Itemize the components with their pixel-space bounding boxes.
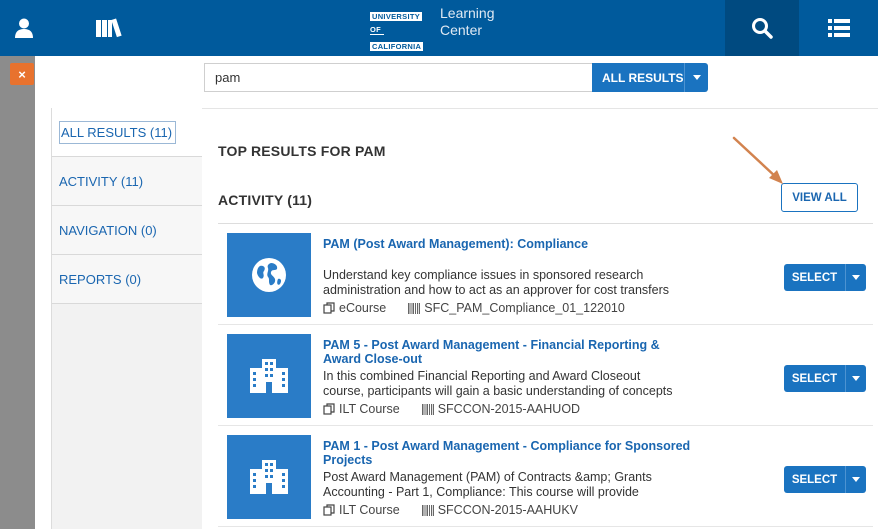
uc-wordmark: UNIVERSITY OF CALIFORNIA (370, 6, 432, 54)
globe-icon (252, 258, 286, 292)
caret-down-icon (685, 75, 708, 80)
copy-icon (323, 504, 335, 516)
user-icon (15, 18, 33, 38)
result-item: PAM 1 - Post Award Management - Complian… (218, 426, 873, 527)
result-meta: eCourse SFC_PAM_Compliance_01_122010 (323, 301, 625, 315)
result-type: ILT Course (339, 503, 400, 517)
uc-learning-center-logo[interactable]: UNIVERSITY OF CALIFORNIA Learning Center (370, 5, 495, 51)
result-type: ILT Course (339, 402, 400, 416)
result-title[interactable]: PAM 1 - Post Award Management - Complian… (323, 439, 693, 467)
result-item: PAM (Post Award Management): Compliance … (218, 224, 873, 325)
menu-button[interactable] (799, 0, 878, 56)
search-scope-dropdown[interactable]: ALL RESULTS (592, 63, 708, 92)
library-button[interactable] (84, 0, 134, 56)
caret-down-icon[interactable] (846, 275, 866, 280)
search-input[interactable]: pam (204, 63, 592, 92)
barcode-icon (421, 403, 434, 415)
barcode-icon (408, 302, 421, 314)
close-button[interactable]: × (10, 63, 34, 85)
annotation-arrow-icon (732, 136, 783, 184)
barcode-icon (421, 504, 434, 516)
user-button[interactable] (0, 0, 48, 56)
filter-label: ACTIVITY (11) (59, 173, 144, 189)
divider (202, 108, 878, 109)
select-button[interactable]: SELECT (784, 365, 866, 392)
learning-center-text: Learning Center (440, 5, 495, 39)
result-item: PAM 5 - Post Award Management - Financia… (218, 325, 873, 426)
select-button[interactable]: SELECT (784, 264, 866, 291)
result-title[interactable]: PAM 5 - Post Award Management - Financia… (323, 338, 693, 366)
search-icon (752, 18, 773, 39)
result-description: Post Award Management (PAM) of Contracts… (323, 470, 652, 499)
result-thumbnail[interactable] (227, 334, 311, 418)
result-description: In this combined Financial Reporting and… (323, 369, 673, 398)
filter-activity[interactable]: ACTIVITY (11) (52, 157, 202, 206)
select-label: SELECT (791, 271, 838, 284)
copy-icon (323, 403, 335, 415)
result-code: SFCCON-2015-AAHUKV (437, 503, 579, 517)
filter-all-results[interactable]: ALL RESULTS (11) (52, 108, 202, 157)
building-icon (250, 460, 288, 494)
result-code-group: SFCCON-2015-AAHUOD (421, 402, 581, 416)
search-button[interactable] (725, 0, 799, 56)
results-filter-sidebar: ALL RESULTS (11) ACTIVITY (11) NAVIGATIO… (51, 108, 202, 529)
result-thumbnail[interactable] (227, 233, 311, 317)
result-thumbnail[interactable] (227, 435, 311, 519)
filter-navigation[interactable]: NAVIGATION (0) (52, 206, 202, 255)
logo-center: Center (440, 22, 483, 38)
filter-label: REPORTS (0) (59, 271, 142, 287)
select-label: SELECT (791, 372, 838, 385)
filter-label: NAVIGATION (0) (59, 222, 157, 238)
filter-label: ALL RESULTS (11) (59, 120, 177, 144)
result-code-group: SFC_PAM_Compliance_01_122010 (408, 301, 625, 315)
caret-down-icon[interactable] (846, 477, 866, 482)
filter-reports[interactable]: REPORTS (0) (52, 255, 202, 304)
result-type: eCourse (339, 301, 387, 315)
result-meta: ILT Course SFCCON-2015-AAHUOD (323, 402, 580, 416)
logo-line-1: UNIVERSITY (370, 12, 423, 21)
result-code-group: SFCCON-2015-AAHUKV (421, 503, 579, 517)
logo-learning: Learning (440, 5, 495, 21)
result-meta: ILT Course SFCCON-2015-AAHUKV (323, 503, 578, 517)
result-code: SFCCON-2015-AAHUOD (437, 402, 581, 416)
select-label: SELECT (791, 473, 838, 486)
top-navigation-bar: UNIVERSITY OF CALIFORNIA Learning Center (0, 0, 878, 56)
library-icon (96, 18, 122, 38)
logo-line-2: OF (370, 25, 384, 35)
result-code: SFC_PAM_Compliance_01_122010 (424, 301, 625, 315)
left-rail (0, 56, 35, 529)
list-menu-icon (827, 19, 850, 37)
result-title[interactable]: PAM (Post Award Management): Compliance (323, 237, 693, 252)
logo-line-3: CALIFORNIA (370, 42, 424, 51)
building-icon (250, 359, 288, 393)
search-scope-label: ALL RESULTS (602, 70, 684, 85)
result-description: Understand key compliance issues in spon… (323, 268, 670, 297)
select-button[interactable]: SELECT (784, 466, 866, 493)
top-results-heading: TOP RESULTS FOR PAM (218, 143, 386, 159)
activity-heading: ACTIVITY (11) (218, 192, 313, 208)
copy-icon (323, 302, 335, 314)
caret-down-icon[interactable] (846, 376, 866, 381)
